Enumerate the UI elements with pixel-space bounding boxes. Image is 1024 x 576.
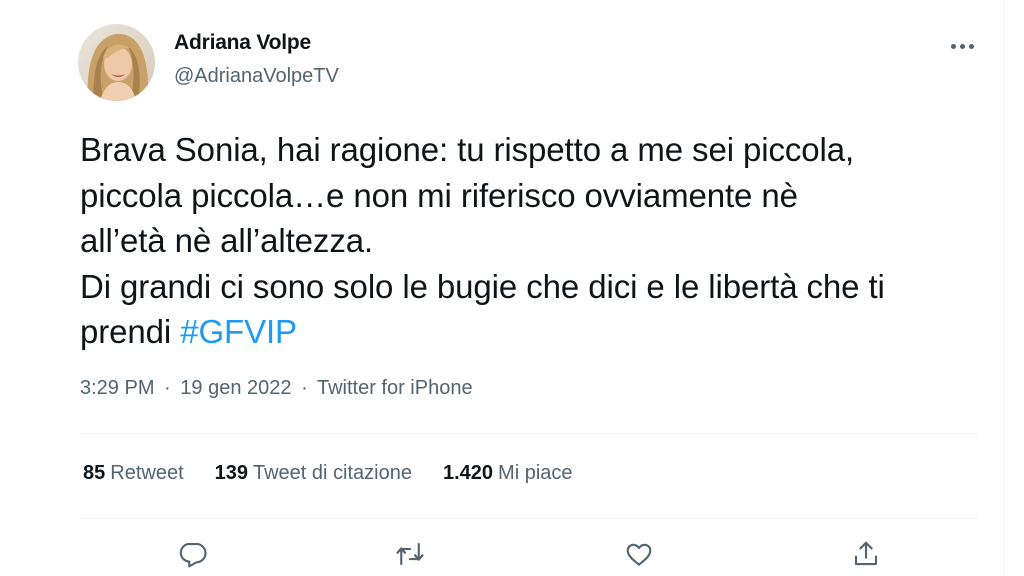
retweet-button[interactable] bbox=[392, 536, 428, 572]
retweet-count-number: 85 bbox=[83, 462, 106, 484]
divider bbox=[80, 433, 978, 434]
author-name[interactable]: Adriana Volpe bbox=[174, 31, 311, 55]
more-dot bbox=[968, 43, 974, 49]
meta-separator: · bbox=[301, 377, 308, 399]
retweet-icon bbox=[396, 542, 424, 566]
tweet-meta: 3:29 PM · 19 gen 2022 · Twitter for iPho… bbox=[80, 377, 473, 400]
quote-count-label: Tweet di citazione bbox=[253, 462, 412, 484]
tweet-text-line: Di grandi ci sono solo le bugie che dici… bbox=[80, 267, 885, 305]
tweet-text-fragment: prendi bbox=[80, 313, 181, 350]
more-dot bbox=[959, 43, 965, 49]
column-border bbox=[1003, 0, 1004, 576]
quote-count[interactable]: 139 Tweet di citazione bbox=[215, 462, 412, 485]
like-count-label: Mi piace bbox=[498, 462, 573, 484]
divider bbox=[80, 518, 978, 519]
reply-icon bbox=[179, 542, 207, 568]
like-count-number: 1.420 bbox=[442, 462, 494, 484]
tweet-text-line: all’età nè all’altezza. bbox=[80, 222, 374, 259]
tweet-text: Brava Sonia, hai ragione: tu rispetto a … bbox=[80, 127, 1000, 355]
tweet-time[interactable]: 3:29 PM bbox=[80, 377, 154, 399]
like-button[interactable] bbox=[621, 536, 657, 572]
avatar-image bbox=[78, 24, 155, 101]
reply-button[interactable] bbox=[175, 536, 211, 572]
retweet-count[interactable]: 85 Retweet bbox=[83, 462, 184, 485]
avatar[interactable] bbox=[78, 24, 155, 101]
like-count[interactable]: 1.420 Mi piace bbox=[443, 462, 573, 485]
tweet-text-line: Brava Sonia, hai ragione: tu rispetto a … bbox=[80, 131, 855, 168]
tweet-source[interactable]: Twitter for iPhone bbox=[317, 377, 473, 399]
tweet-text-line: piccola piccola…e non mi riferisco ovvia… bbox=[80, 176, 798, 214]
more-dot bbox=[950, 43, 956, 49]
tweet-card: Adriana Volpe @AdrianaVolpeTV Brava Soni… bbox=[0, 0, 1024, 576]
author-handle[interactable]: @AdrianaVolpeTV bbox=[174, 65, 339, 88]
quote-count-number: 139 bbox=[214, 462, 248, 484]
share-button[interactable] bbox=[848, 536, 884, 572]
more-horizontal-icon[interactable] bbox=[944, 28, 980, 64]
hashtag-link[interactable]: #GFVIP bbox=[180, 313, 297, 350]
tweet-text-line: prendi #GFVIP bbox=[80, 309, 1000, 355]
meta-separator: · bbox=[164, 377, 171, 399]
heart-icon bbox=[626, 543, 652, 566]
share-icon bbox=[854, 541, 878, 566]
tweet-stats: 85 Retweet 139 Tweet di citazione 1.420 Mi … bbox=[83, 462, 573, 485]
tweet-actions bbox=[0, 536, 1024, 572]
tweet-date[interactable]: 19 gen 2022 bbox=[180, 377, 291, 399]
retweet-count-label: Retweet bbox=[110, 462, 184, 484]
